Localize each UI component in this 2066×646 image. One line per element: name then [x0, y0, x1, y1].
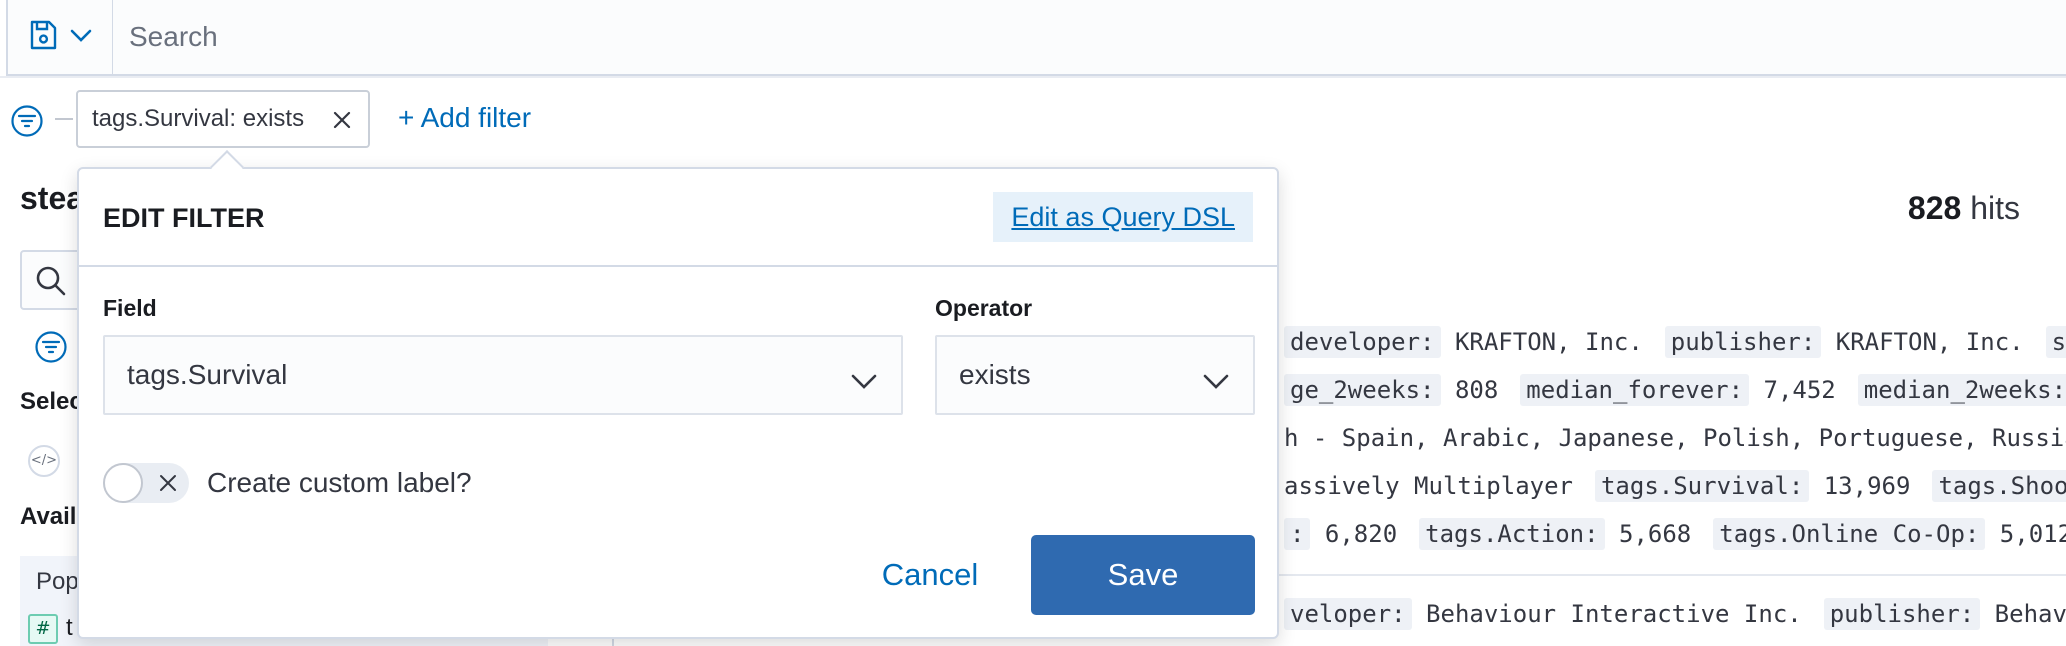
query-bar — [0, 0, 2066, 78]
popover-header: EDIT FILTER Edit as Query DSL — [79, 169, 1277, 267]
field-value: 13,969 — [1809, 472, 1911, 500]
operator-select-value: exists — [959, 359, 1031, 390]
hits-count: 828 hits — [1908, 190, 2020, 227]
cancel-button[interactable]: Cancel — [865, 535, 995, 615]
toggle-knob — [103, 463, 143, 503]
field-key: sco — [2045, 326, 2066, 358]
search-input[interactable] — [113, 0, 2066, 74]
search-icon — [34, 264, 68, 302]
row-divider — [1270, 574, 2066, 576]
edit-filter-popover: EDIT FILTER Edit as Query DSL Field tags… — [77, 150, 1279, 639]
chevron-down-icon — [1203, 365, 1229, 397]
selected-fields-heading: Selec — [20, 388, 83, 415]
custom-label-text: Create custom label? — [207, 467, 472, 498]
hits-number: 828 — [1907, 190, 1962, 226]
add-filter-button[interactable]: + Add filter — [398, 102, 531, 134]
document-row: : 6,820 tags.Action: 5,668 tags.Online Co-… — [1284, 518, 2066, 550]
field-value: h - Spain, Arabic, Japanese, Polish, Por… — [1284, 424, 2066, 452]
operator-label: Operator — [935, 295, 1033, 321]
field-value: 6,820 — [1310, 520, 1398, 548]
field-value: 5,668 — [1604, 520, 1692, 548]
save-button[interactable]: Save — [1031, 535, 1255, 615]
document-row: assively Multiplayer tags.Survival: 13,96… — [1284, 470, 2066, 502]
document-row: ge_2weeks: 808 median_forever: 7,452 media… — [1284, 374, 2066, 406]
saved-query-menu-button[interactable] — [6, 0, 114, 76]
field-value: assively Multiplayer — [1284, 472, 1573, 500]
filter-pill-label: tags.Survival: exists — [92, 105, 305, 132]
close-icon — [159, 474, 177, 496]
document-row: veloper: Behaviour Interactive Inc. publi… — [1284, 598, 2066, 630]
chevron-down-icon — [851, 365, 877, 397]
popular-fields-label: Pop — [36, 568, 79, 595]
field-value: 808 — [1440, 376, 1499, 404]
save-icon — [28, 19, 58, 55]
popover-title: EDIT FILTER — [103, 203, 265, 233]
field-select-value: tags.Survival — [127, 359, 288, 390]
document-row: h - Spain, Arabic, Japanese, Polish, Por… — [1284, 424, 2066, 452]
search-field-wrapper — [113, 0, 2066, 76]
field-key: : — [1284, 518, 1311, 550]
document-row: developer: KRAFTON, Inc. publisher: KRAFT… — [1284, 326, 2066, 358]
field-value: KRAFTON, Inc. — [1440, 328, 1643, 356]
field-key: veloper: — [1284, 598, 1412, 630]
divider — [55, 118, 73, 120]
field-value: Behaviour Interactive Inc. — [1411, 600, 1802, 628]
field-value: Behaviour — [1994, 600, 2066, 628]
field-key: median_2weeks: — [1857, 374, 2066, 406]
close-icon[interactable] — [332, 109, 352, 137]
field-key: tags.Online Co-Op: — [1713, 518, 1986, 550]
custom-label-row: Create custom label? — [103, 463, 472, 503]
field-value: 5,012 — [1985, 520, 2066, 548]
available-fields-heading: Avail — [20, 503, 77, 530]
field-label: Field — [103, 295, 157, 321]
operator-select[interactable]: exists — [935, 335, 1255, 415]
field-name-fragment: t — [66, 614, 73, 641]
filter-icon[interactable] — [10, 104, 44, 142]
field-key: tags.Action: — [1419, 518, 1605, 550]
index-pattern-title: stea — [20, 180, 85, 216]
field-key: median_forever: — [1520, 374, 1750, 406]
filter-pill-tags-survival[interactable]: tags.Survival: exists — [76, 90, 370, 148]
chevron-down-icon — [70, 28, 92, 47]
number-field-icon: # — [28, 614, 58, 644]
field-select[interactable]: tags.Survival — [103, 335, 903, 415]
field-key: tags.Survival: — [1594, 470, 1810, 502]
field-value: 7,452 — [1749, 376, 1836, 404]
field-value: KRAFTON, Inc. — [1821, 328, 2024, 356]
field-key: publisher: — [1664, 326, 1822, 358]
hits-label: hits — [1970, 190, 2020, 226]
code-icon: </> — [28, 445, 60, 477]
filter-icon[interactable] — [34, 330, 68, 368]
field-key: ge_2weeks: — [1284, 374, 1441, 406]
custom-label-toggle[interactable] — [103, 463, 189, 503]
field-key: tags.Shooter — [1932, 470, 2066, 502]
field-key: developer: — [1284, 326, 1441, 358]
filter-bar: tags.Survival: exists + Add filter — [0, 78, 2066, 164]
field-key: publisher: — [1823, 598, 1981, 630]
edit-as-query-dsl-link[interactable]: Edit as Query DSL — [993, 192, 1253, 242]
